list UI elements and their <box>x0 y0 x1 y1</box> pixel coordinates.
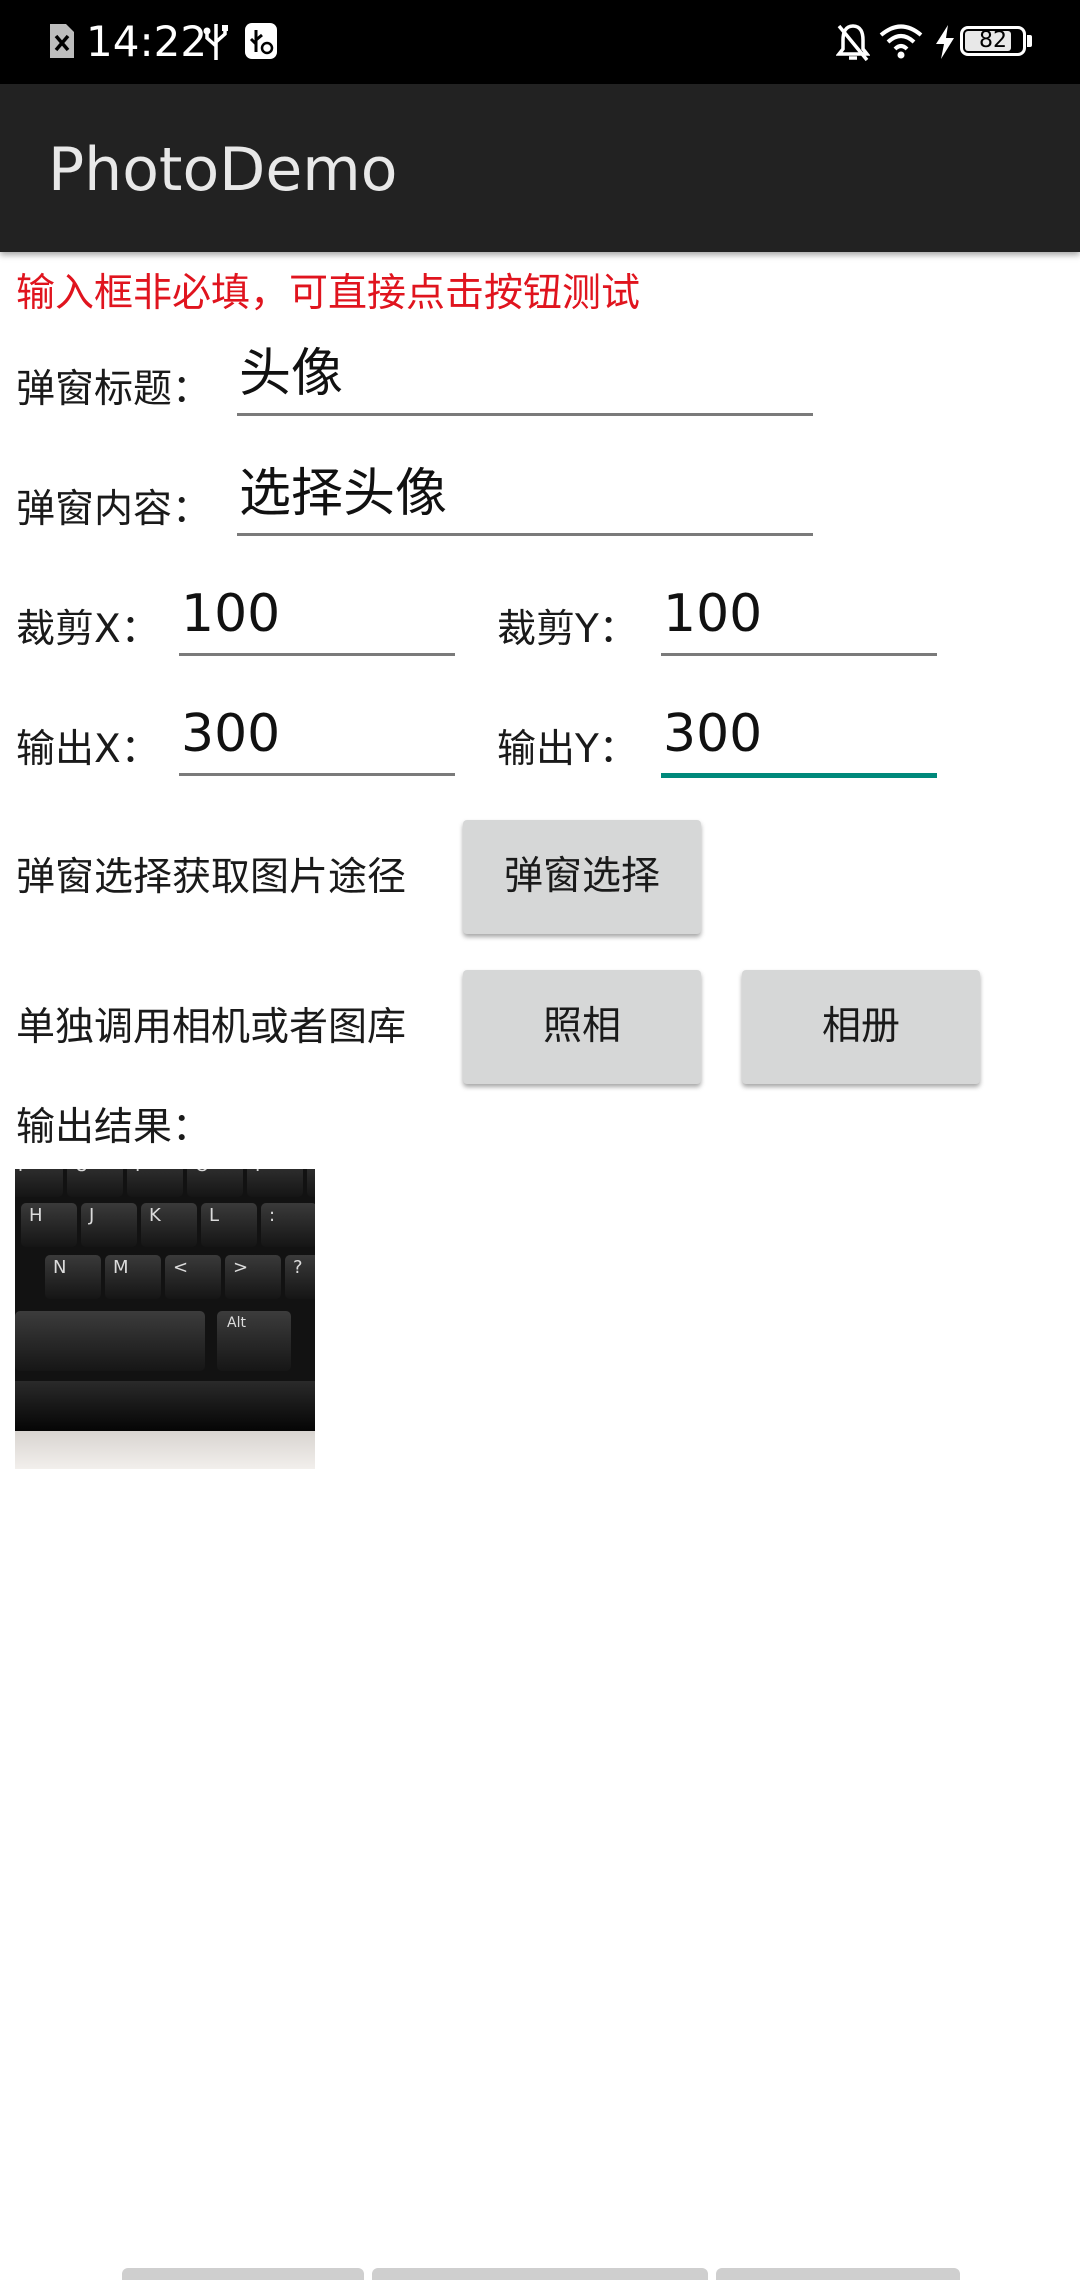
key: L <box>201 1203 257 1247</box>
output-x-underline <box>179 773 455 776</box>
key: H <box>21 1203 77 1247</box>
key: N <box>45 1255 101 1299</box>
dialog-title-label: 弹窗标题： <box>16 367 212 412</box>
crop-y-value: 100 <box>663 584 763 644</box>
output-x-value: 300 <box>181 704 281 764</box>
crop-y-input[interactable]: 100 <box>661 578 937 658</box>
key: > <box>225 1255 281 1299</box>
key: : <box>261 1203 315 1247</box>
nav-bar-segment <box>372 2268 708 2280</box>
crop-y-underline <box>661 653 937 656</box>
dialog-content-value: 选择头像 <box>239 464 448 524</box>
dialog-content-label: 弹窗内容： <box>16 487 212 532</box>
hint-text: 输入框非必填，可直接点击按钮测试 <box>16 271 641 316</box>
sim-off-icon <box>50 24 74 58</box>
output-y-label: 输出Y： <box>497 727 638 772</box>
keyboard-row-1: Y U I O P { <box>15 1169 315 1199</box>
output-y-value: 300 <box>663 704 763 764</box>
key: ? <box>285 1255 315 1299</box>
dialog-content-underline <box>237 533 813 536</box>
crop-x-underline <box>179 653 455 656</box>
dialog-title-underline <box>237 413 813 416</box>
key: Y <box>15 1169 63 1197</box>
keyboard-row-2: H J K L : <box>21 1203 315 1249</box>
dialog-title-value: 头像 <box>239 344 344 404</box>
album-button[interactable]: 相册 <box>742 970 980 1084</box>
output-y-input[interactable]: 300 <box>661 698 937 780</box>
separate-call-label: 单独调用相机或者图库 <box>16 1005 407 1050</box>
do-not-disturb-icon <box>836 24 870 62</box>
app-bar: PhotoDemo <box>0 84 1080 252</box>
output-x-input[interactable]: 300 <box>179 698 455 778</box>
dialog-select-button[interactable]: 弹窗选择 <box>463 820 701 934</box>
key: M <box>105 1255 161 1299</box>
key: < <box>165 1255 221 1299</box>
output-x-label: 输出X： <box>16 727 160 772</box>
nav-bar-segment <box>122 2268 364 2280</box>
dialog-content-input[interactable]: 选择头像 <box>237 458 813 538</box>
charging-icon <box>936 25 954 59</box>
keyboard-edge <box>15 1381 315 1431</box>
key: P <box>247 1169 303 1197</box>
alt-key: Alt <box>217 1311 291 1371</box>
usb-icon <box>203 24 228 60</box>
crop-x-value: 100 <box>181 584 281 644</box>
crop-x-label: 裁剪X： <box>16 607 160 652</box>
spacebar-key <box>15 1311 205 1371</box>
key: O <box>187 1169 243 1197</box>
key: K <box>141 1203 197 1247</box>
crop-x-input[interactable]: 100 <box>179 578 455 658</box>
wifi-icon <box>879 24 923 59</box>
keyboard-row-3: N M < > ? <box>45 1255 315 1301</box>
battery-tip <box>1027 35 1032 47</box>
usb-debug-icon <box>245 23 277 59</box>
crop-y-label: 裁剪Y： <box>497 607 638 652</box>
status-bar: 14:22 82 <box>0 0 1080 84</box>
nav-bar-segment <box>716 2268 960 2280</box>
battery-icon: 82 <box>960 26 1026 56</box>
status-time: 14:22 <box>86 17 208 66</box>
battery-percent: 82 <box>979 28 1007 53</box>
camera-button[interactable]: 照相 <box>463 970 701 1084</box>
output-y-underline <box>661 773 937 778</box>
dialog-title-input[interactable]: 头像 <box>237 338 813 418</box>
result-label: 输出结果： <box>16 1105 212 1150</box>
app-title: PhotoDemo <box>48 135 398 205</box>
key: I <box>127 1169 183 1197</box>
key: { <box>307 1169 315 1197</box>
dialog-select-label: 弹窗选择获取图片途径 <box>16 855 407 900</box>
result-image: Y U I O P { H J K L : N M < > ? Alt <box>15 1169 315 1469</box>
desk-surface <box>15 1431 315 1469</box>
key: J <box>81 1203 137 1247</box>
key: U <box>67 1169 123 1197</box>
